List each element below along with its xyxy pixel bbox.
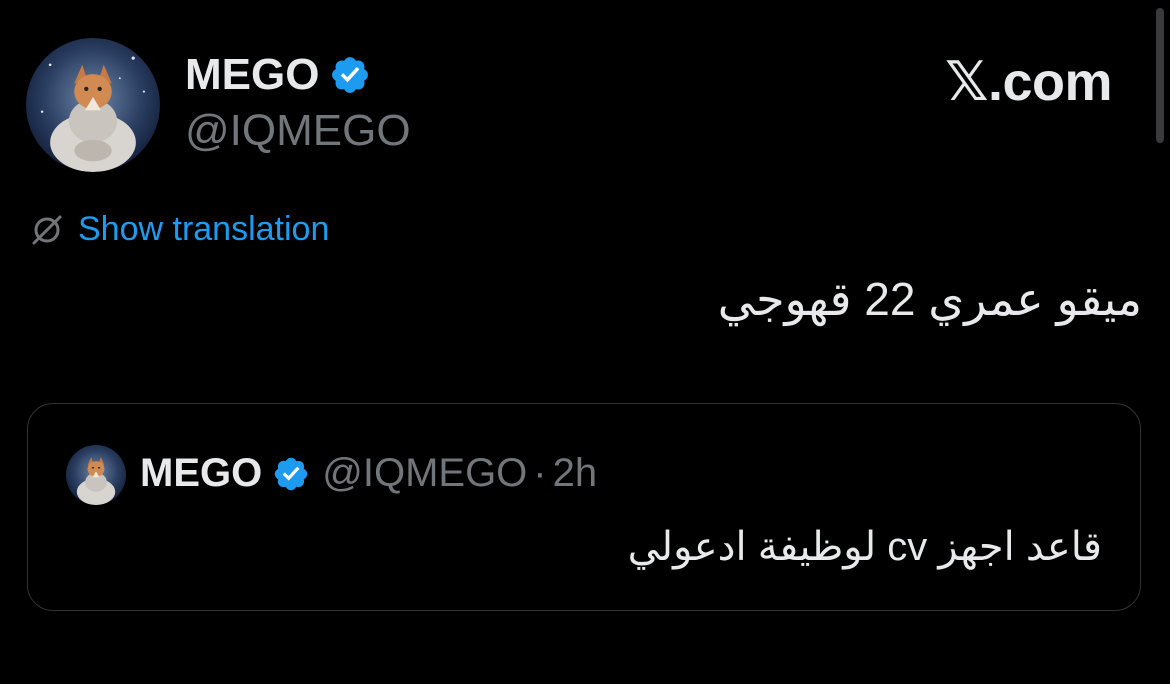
author-display-name[interactable]: MEGO (185, 50, 319, 100)
show-translation-link[interactable]: Show translation (28, 210, 329, 249)
quoted-author-handle[interactable]: @IQMEGO (322, 451, 527, 496)
translate-globe-slash-icon (28, 211, 66, 249)
quoted-author-display-name[interactable]: MEGO (140, 451, 262, 496)
scrollbar[interactable] (1156, 8, 1164, 143)
quoted-tweet-timestamp[interactable]: 2h (553, 451, 598, 496)
quoted-tweet-card[interactable]: MEGO @IQMEGO · 2h قاعد اجهز cv لوظيفة اد… (27, 403, 1141, 611)
meta-separator: · (533, 451, 547, 495)
tweet-text: ميقو عمري 22 قهوجي (717, 273, 1142, 325)
quoted-tweet-text: قاعد اجهز cv لوظيفة ادعولي (627, 525, 1102, 569)
x-brand-logo: 𝕏.com (944, 52, 1113, 112)
author-display-name-row[interactable]: MEGO (185, 50, 371, 100)
avatar[interactable] (26, 38, 160, 172)
verified-badge-icon (272, 455, 310, 493)
quoted-avatar[interactable] (66, 445, 126, 505)
show-translation-label[interactable]: Show translation (78, 210, 329, 249)
quoted-tweet-header[interactable]: MEGO @IQMEGO · 2h (140, 451, 597, 496)
verified-badge-icon (329, 54, 371, 96)
author-handle[interactable]: @IQMEGO (185, 106, 411, 156)
